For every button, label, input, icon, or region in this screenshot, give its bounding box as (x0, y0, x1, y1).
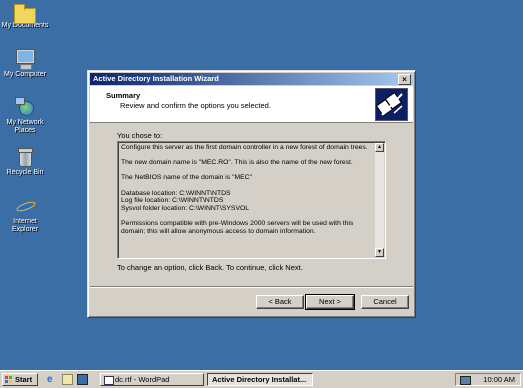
clock[interactable]: 10:00 AM (483, 374, 515, 385)
instruction-text: To change an option, click Back. To cont… (117, 263, 303, 272)
dialog-titlebar[interactable]: Active Directory Installation Wizard × (90, 73, 413, 85)
start-button[interactable]: Start (2, 373, 38, 386)
desktop-icon-label: My Network (6, 119, 44, 126)
dialog-title: Active Directory Installation Wizard (93, 74, 219, 83)
wordpad-icon (104, 376, 114, 385)
desktop-icon-label: Recycle Bin (6, 169, 44, 176)
summary-text: Configure this server as the first domai… (121, 144, 371, 243)
quick-launch-ie-icon[interactable]: e (47, 374, 58, 385)
header-title: Summary (106, 91, 141, 100)
vertical-scrollbar[interactable]: ▲ ▼ (375, 143, 384, 257)
wizard-header: Summary Review and confirm the options y… (90, 86, 413, 123)
button-separator (90, 286, 413, 288)
summary-paragraph: The new domain name is "MEC.RO". This is… (121, 159, 353, 167)
windows-logo-icon (5, 376, 13, 383)
scroll-down-arrow-icon[interactable]: ▼ (375, 248, 384, 257)
back-button[interactable]: < Back (256, 295, 304, 309)
scroll-up-arrow-icon[interactable]: ▲ (375, 143, 384, 152)
taskbar-item-ad-wizard[interactable]: Active Directory Installat... (207, 373, 313, 386)
task-label: Active Directory Installat... (212, 375, 307, 384)
wizard-dialog: Active Directory Installation Wizard × S… (87, 70, 416, 318)
close-button[interactable]: × (398, 74, 411, 85)
desktop-icon-internet-explorer[interactable]: e Internet Explorer (0, 196, 50, 234)
start-label: Start (15, 375, 33, 384)
system-tray: 10:00 AM (455, 373, 521, 386)
cancel-button[interactable]: Cancel (361, 295, 409, 309)
network-places-icon (15, 97, 35, 117)
header-subtitle: Review and confirm the options you selec… (120, 101, 271, 110)
internet-explorer-icon: e (15, 196, 35, 216)
computer-icon (15, 49, 35, 70)
next-button[interactable]: Next > (305, 294, 355, 310)
summary-paragraph: Permissions compatible with pre-Windows … (121, 219, 354, 235)
summary-paragraph: Configure this server as the first domai… (121, 144, 368, 151)
quick-launch-desktop-icon[interactable] (77, 374, 88, 385)
you-chose-label: You chose to: (117, 131, 163, 140)
summary-paragraph: The NetBIOS name of the domain is "MEC" (121, 174, 252, 182)
recycle-bin-icon (15, 147, 35, 167)
taskbar-item-wordpad[interactable]: dc.rtf - WordPad (100, 373, 204, 386)
taskbar: Start e dc.rtf - WordPad Active Director… (0, 370, 523, 388)
desktop-icon-my-network-places[interactable]: My Network Places (0, 97, 50, 135)
desktop-icon-recycle-bin[interactable]: Recycle Bin (0, 147, 50, 177)
desktop-icon-my-computer[interactable]: My Computer (0, 49, 50, 79)
network-tray-icon[interactable] (460, 376, 471, 385)
quick-launch-outlook-icon[interactable] (62, 374, 73, 385)
summary-textbox[interactable]: Configure this server as the first domai… (117, 141, 386, 259)
active-directory-wizard-icon (375, 88, 408, 121)
desktop-icon-label: Places (14, 127, 36, 134)
folder-icon (14, 4, 36, 24)
desktop-icon-label: Explorer (11, 226, 39, 233)
desktop-icon-label: My Computer (3, 71, 46, 78)
desktop-icon-my-documents[interactable]: My Documents (0, 4, 50, 30)
summary-paragraph: Database location: C:\WINNT\NTDS Log fil… (121, 189, 250, 212)
desktop-icon-label: Internet (13, 218, 37, 225)
task-label: dc.rtf - WordPad (115, 375, 170, 384)
